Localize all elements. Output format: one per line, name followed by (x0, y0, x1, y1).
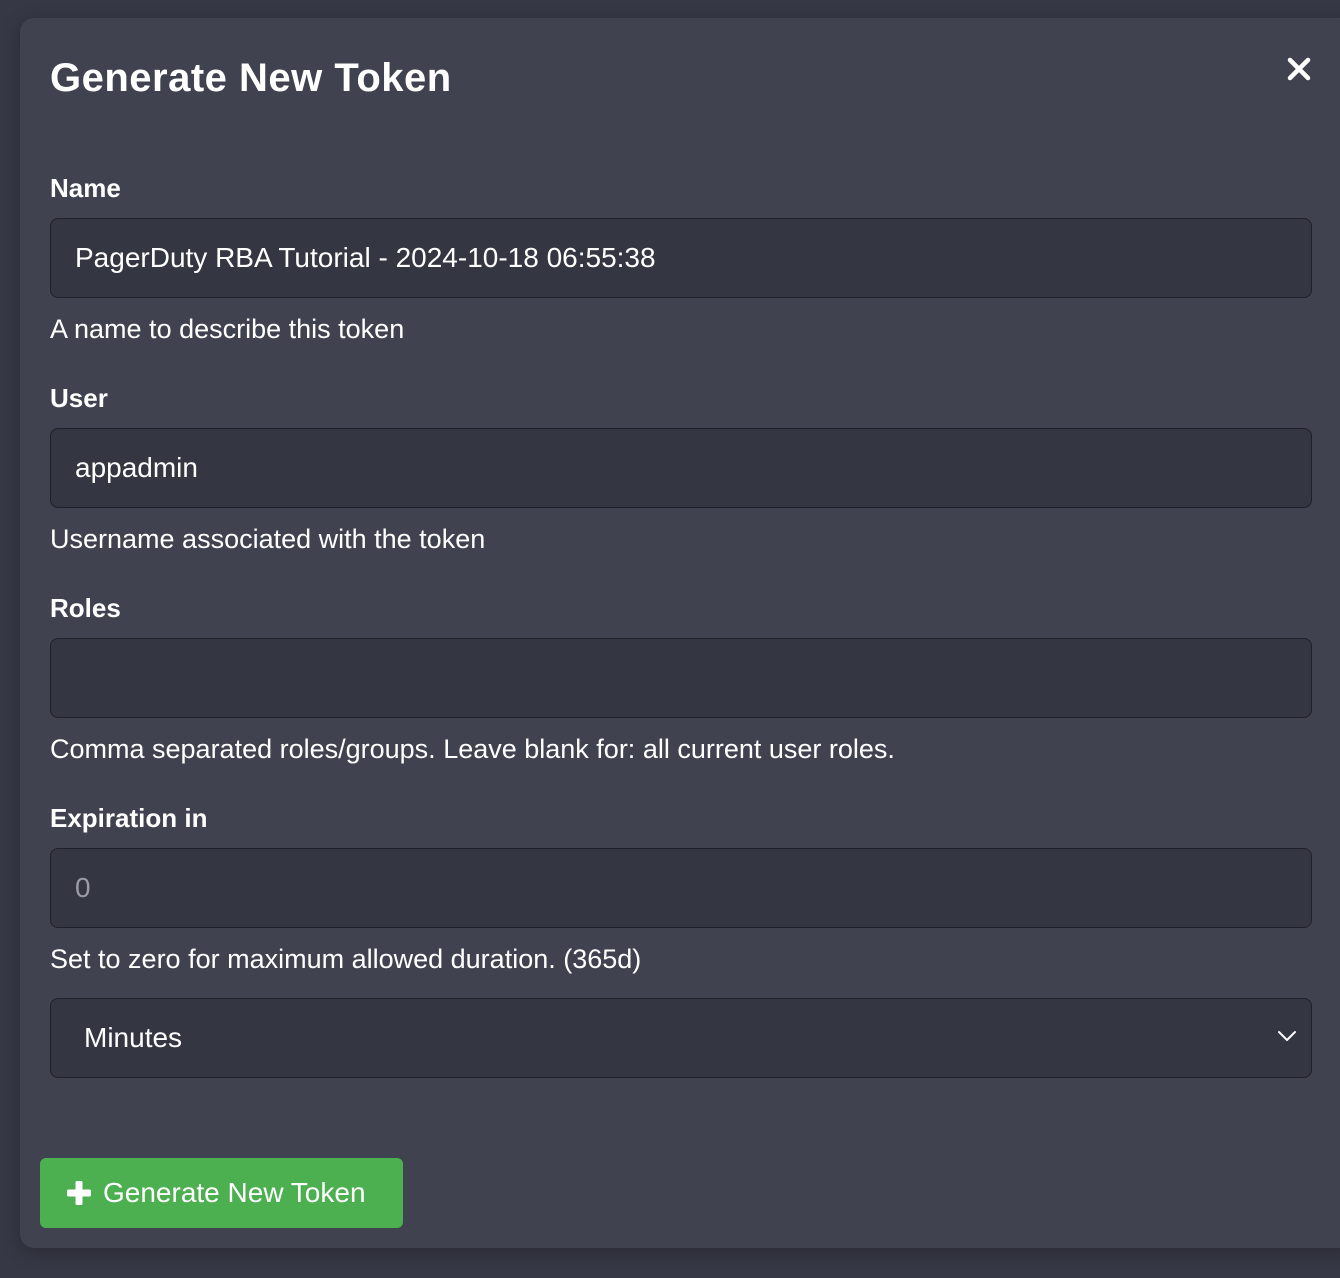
chevron-down-icon (1277, 1029, 1297, 1043)
roles-help-text: Comma separated roles/groups. Leave blan… (50, 734, 895, 764)
expiration-input[interactable] (50, 848, 1312, 928)
modal-title: Generate New Token (50, 56, 452, 100)
user-help-text: Username associated with the token (50, 524, 486, 554)
roles-input[interactable] (50, 638, 1312, 718)
name-help-text: A name to describe this token (50, 314, 405, 344)
plus-icon (66, 1180, 92, 1206)
expiration-help-text: Set to zero for maximum allowed duration… (50, 944, 642, 974)
close-icon (1286, 56, 1312, 82)
generate-token-button-label: Generate New Token (103, 1177, 366, 1208)
name-label: Name (50, 173, 121, 203)
expiration-unit-select[interactable]: Minutes (50, 998, 1312, 1078)
name-input[interactable] (50, 218, 1312, 298)
user-label: User (50, 383, 108, 413)
generate-token-button[interactable]: Generate New Token (40, 1158, 403, 1228)
close-button[interactable] (1286, 56, 1312, 82)
generate-token-modal: Generate New Token Name A name to descri… (20, 18, 1340, 1248)
roles-label: Roles (50, 593, 121, 623)
user-input[interactable] (50, 428, 1312, 508)
expiration-unit-value: Minutes (84, 1022, 183, 1053)
expiration-label: Expiration in (50, 803, 208, 833)
